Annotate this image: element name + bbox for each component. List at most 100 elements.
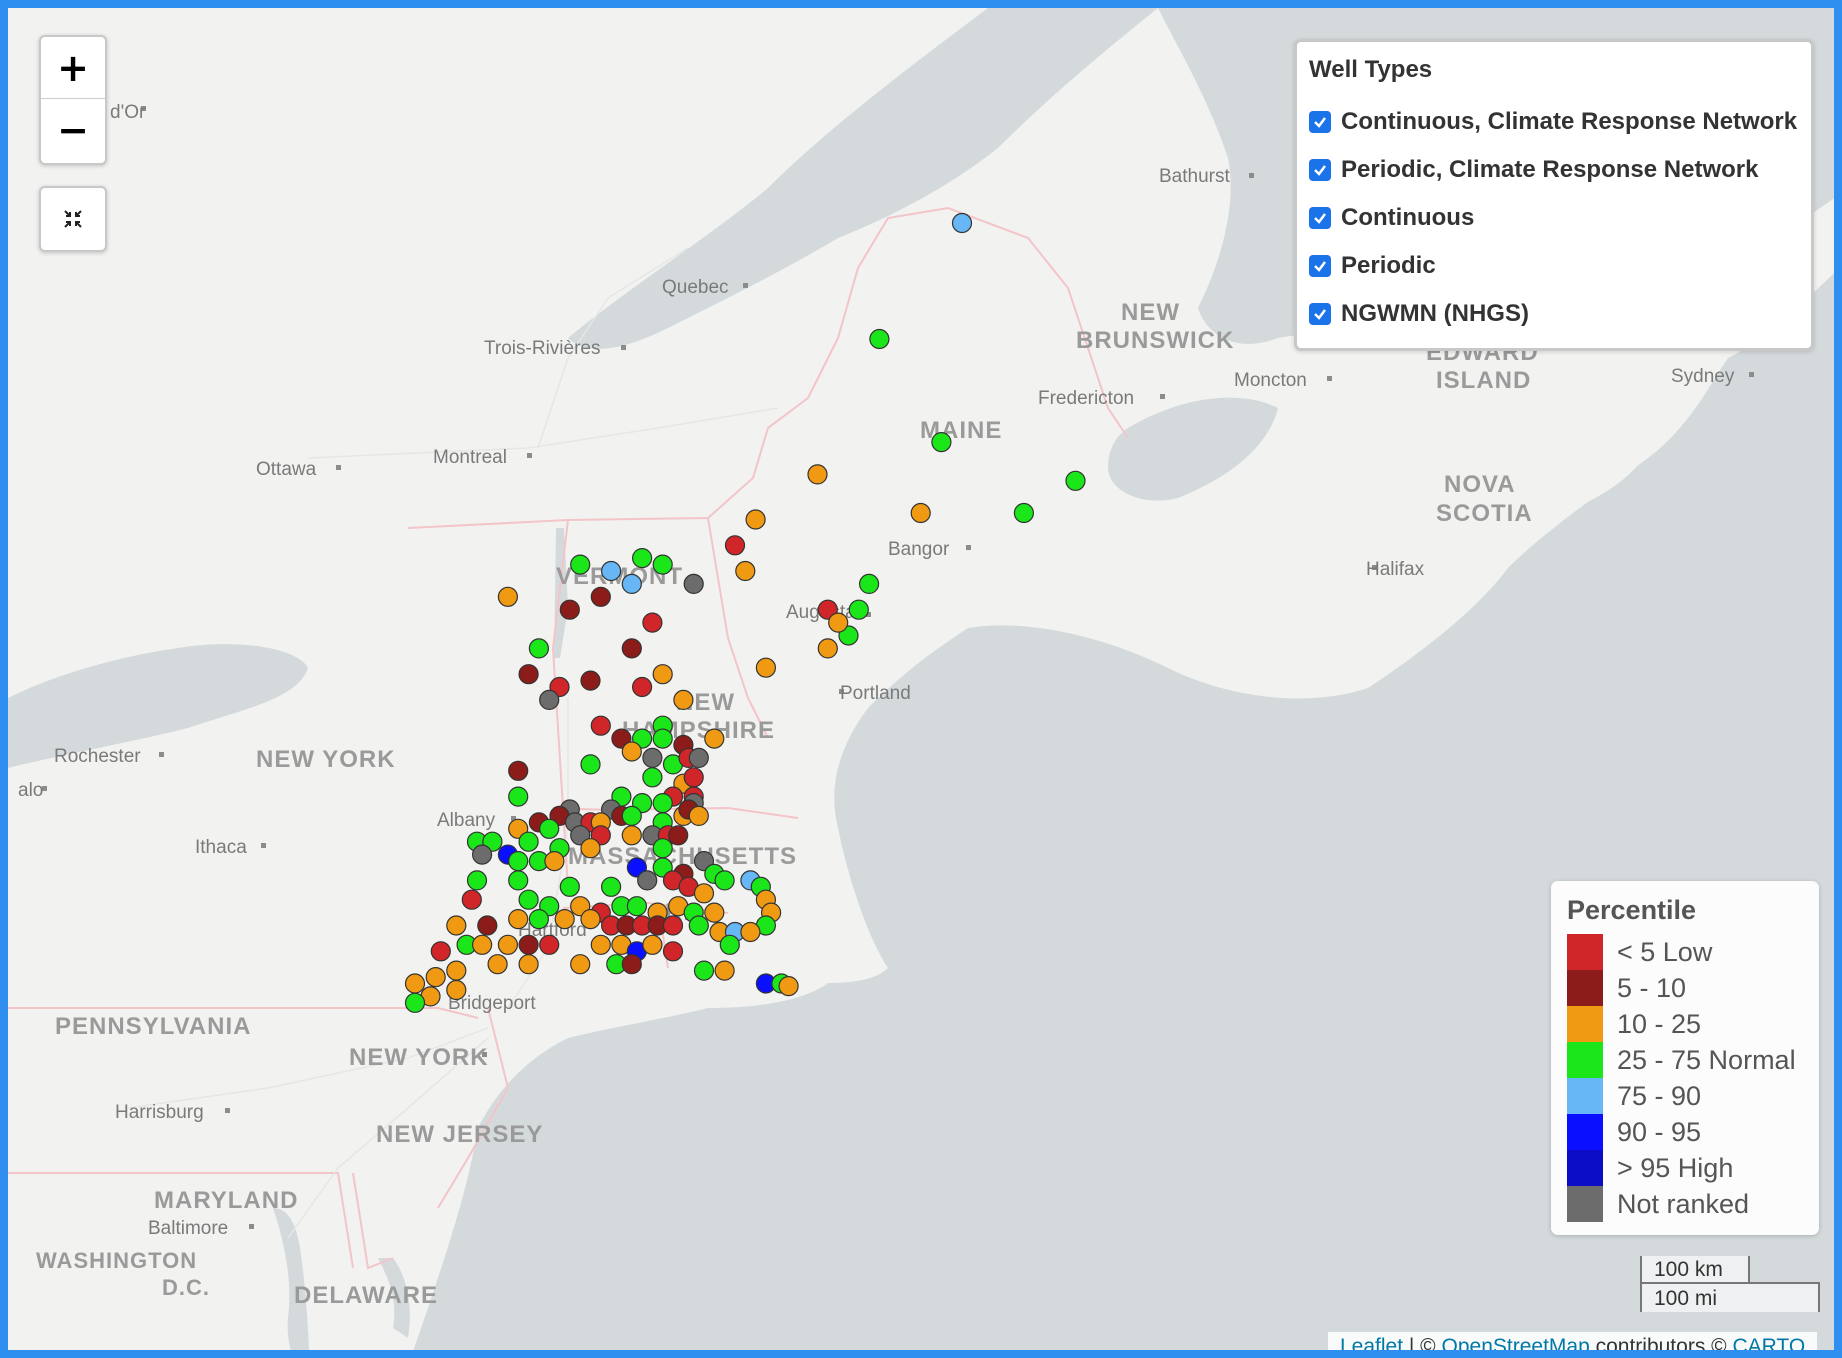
- well-marker[interactable]: [446, 979, 467, 1001]
- well-marker[interactable]: [497, 934, 518, 955]
- layer-toggle-4[interactable]: NGWMN (NHGS): [1309, 290, 1799, 338]
- well-marker[interactable]: [652, 728, 673, 749]
- zoom-in-button[interactable]: +: [41, 37, 105, 99]
- well-marker[interactable]: [951, 212, 973, 234]
- well-marker[interactable]: [642, 747, 663, 769]
- well-marker[interactable]: [652, 664, 673, 685]
- well-marker[interactable]: [662, 941, 684, 962]
- well-marker[interactable]: [472, 844, 493, 865]
- well-marker[interactable]: [621, 573, 642, 595]
- well-marker[interactable]: [554, 908, 575, 930]
- well-marker[interactable]: [621, 954, 642, 975]
- well-marker[interactable]: [910, 502, 931, 524]
- map-container[interactable]: d'Or Bathurst Quebec Trois-Rivières Otta…: [0, 0, 1842, 1358]
- checkbox-checked-icon[interactable]: [1309, 303, 1331, 325]
- well-marker[interactable]: [518, 889, 539, 910]
- well-marker[interactable]: [828, 612, 849, 633]
- well-marker[interactable]: [518, 831, 539, 852]
- well-marker[interactable]: [631, 676, 653, 698]
- well-marker[interactable]: [735, 560, 756, 582]
- well-marker[interactable]: [508, 760, 529, 781]
- well-marker[interactable]: [1013, 502, 1035, 524]
- well-marker[interactable]: [590, 934, 611, 955]
- well-marker[interactable]: [931, 432, 952, 453]
- well-marker[interactable]: [714, 870, 735, 891]
- layer-toggle-2[interactable]: Continuous: [1309, 194, 1799, 242]
- well-marker[interactable]: [858, 573, 880, 595]
- well-marker[interactable]: [580, 838, 601, 859]
- well-marker[interactable]: [848, 599, 869, 620]
- layer-toggle-1[interactable]: Periodic, Climate Response Network: [1309, 146, 1799, 194]
- well-marker[interactable]: [652, 792, 673, 814]
- layer-toggle-3[interactable]: Periodic: [1309, 242, 1799, 290]
- well-marker[interactable]: [497, 586, 518, 607]
- well-marker[interactable]: [683, 573, 704, 595]
- well-marker[interactable]: [539, 689, 560, 711]
- well-marker[interactable]: [518, 664, 539, 685]
- well-marker[interactable]: [559, 876, 580, 897]
- well-marker[interactable]: [466, 870, 488, 891]
- well-marker[interactable]: [508, 850, 529, 872]
- well-marker[interactable]: [688, 915, 709, 936]
- well-marker[interactable]: [580, 908, 601, 930]
- checkbox-checked-icon[interactable]: [1309, 207, 1331, 229]
- zoom-out-button[interactable]: −: [41, 99, 105, 160]
- well-marker[interactable]: [528, 638, 550, 659]
- well-marker[interactable]: [559, 599, 580, 620]
- well-marker[interactable]: [778, 975, 799, 997]
- well-marker[interactable]: [724, 535, 746, 556]
- well-marker[interactable]: [508, 870, 529, 891]
- well-marker[interactable]: [869, 328, 890, 350]
- well-marker[interactable]: [621, 638, 642, 659]
- well-marker[interactable]: [446, 960, 467, 981]
- well-marker[interactable]: [642, 767, 663, 788]
- well-marker[interactable]: [580, 670, 601, 691]
- well-marker[interactable]: [600, 876, 622, 897]
- carto-link[interactable]: CARTO: [1732, 1335, 1805, 1350]
- well-marker[interactable]: [621, 825, 642, 846]
- well-marker[interactable]: [668, 825, 689, 846]
- well-marker[interactable]: [626, 896, 648, 917]
- well-marker[interactable]: [631, 547, 653, 569]
- well-marker[interactable]: [740, 921, 761, 943]
- well-marker[interactable]: [539, 818, 560, 839]
- well-marker[interactable]: [508, 908, 529, 930]
- well-marker[interactable]: [693, 883, 715, 904]
- well-marker[interactable]: [688, 805, 709, 827]
- leaflet-link[interactable]: Leaflet: [1340, 1335, 1403, 1350]
- well-marker[interactable]: [404, 973, 426, 994]
- well-marker[interactable]: [807, 464, 828, 485]
- well-marker[interactable]: [518, 954, 539, 975]
- well-marker[interactable]: [704, 902, 725, 923]
- well-marker[interactable]: [430, 941, 451, 962]
- well-marker[interactable]: [642, 612, 663, 633]
- checkbox-checked-icon[interactable]: [1309, 159, 1331, 181]
- well-marker[interactable]: [446, 915, 467, 936]
- well-marker[interactable]: [590, 715, 611, 736]
- well-marker[interactable]: [1065, 470, 1086, 491]
- well-marker[interactable]: [621, 805, 642, 827]
- well-marker[interactable]: [570, 554, 591, 575]
- well-marker[interactable]: [719, 934, 740, 955]
- well-marker[interactable]: [693, 960, 715, 981]
- well-marker[interactable]: [704, 728, 725, 749]
- well-marker[interactable]: [673, 689, 694, 711]
- well-marker[interactable]: [642, 934, 663, 955]
- well-marker[interactable]: [425, 966, 446, 988]
- well-marker[interactable]: [652, 838, 673, 859]
- layer-toggle-0[interactable]: Continuous, Climate Response Network: [1309, 98, 1799, 146]
- well-marker[interactable]: [461, 889, 482, 910]
- well-marker[interactable]: [472, 934, 493, 955]
- well-marker[interactable]: [683, 767, 704, 788]
- well-marker[interactable]: [755, 657, 777, 678]
- well-marker[interactable]: [544, 850, 565, 872]
- well-marker[interactable]: [714, 960, 735, 981]
- well-marker[interactable]: [539, 934, 560, 955]
- well-marker[interactable]: [590, 586, 611, 607]
- well-marker[interactable]: [745, 509, 766, 530]
- well-marker[interactable]: [637, 870, 658, 891]
- well-marker[interactable]: [652, 554, 673, 575]
- well-marker[interactable]: [404, 992, 426, 1013]
- well-marker[interactable]: [477, 915, 498, 936]
- well-marker[interactable]: [688, 747, 709, 769]
